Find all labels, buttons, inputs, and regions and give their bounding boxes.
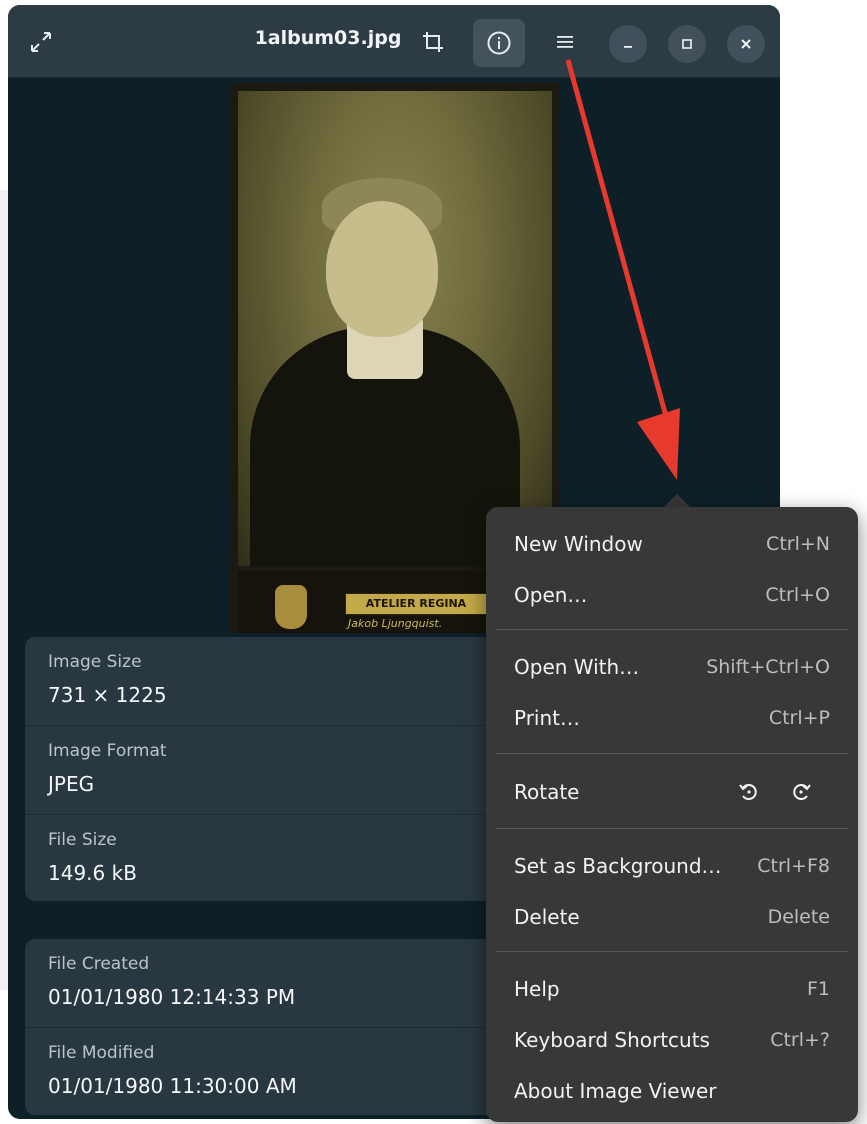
property-value: 731 × 1225 xyxy=(48,683,167,707)
info-icon xyxy=(487,31,511,55)
properties-group-dates: File Created 01/01/1980 12:14:33 PM File… xyxy=(25,939,505,1115)
menu-item-accel: Ctrl+? xyxy=(770,1029,830,1051)
rotate-left-icon xyxy=(739,784,757,800)
hamburger-menu-icon xyxy=(557,36,573,48)
property-label: Image Size xyxy=(48,652,142,672)
close-button[interactable] xyxy=(727,25,765,63)
crest-logo xyxy=(275,585,307,629)
menu-item-help[interactable]: Help F1 xyxy=(486,965,858,1011)
menu-item-label: New Window xyxy=(514,532,643,556)
property-value: 149.6 kB xyxy=(48,861,137,885)
rotate-right-button[interactable] xyxy=(786,777,816,807)
menu-item-rotate: Rotate xyxy=(486,768,858,814)
menu-popover-pointer xyxy=(663,494,691,508)
menu-separator xyxy=(496,951,848,952)
menu-item-delete[interactable]: Delete Delete xyxy=(486,893,858,939)
menu-item-accel: Shift+Ctrl+O xyxy=(706,656,830,678)
menu-item-accel: Delete xyxy=(767,906,830,928)
menu-item-label: Open… xyxy=(514,583,588,607)
menu-item-about[interactable]: About Image Viewer xyxy=(486,1067,858,1113)
property-row: File Modified 01/01/1980 11:30:00 AM xyxy=(25,1028,505,1115)
menu-item-label: Set as Background… xyxy=(514,854,722,878)
menu-separator xyxy=(496,828,848,829)
property-value: 01/01/1980 12:14:33 PM xyxy=(48,985,296,1009)
property-row: File Created 01/01/1980 12:14:33 PM xyxy=(25,939,505,1028)
menu-item-set-as-background[interactable]: Set as Background… Ctrl+F8 xyxy=(486,842,858,888)
photographer-label: Jakob Ljungquist. xyxy=(348,617,443,630)
menu-item-open-with[interactable]: Open With… Shift+Ctrl+O xyxy=(486,643,858,689)
menu-separator xyxy=(496,629,848,630)
property-value: 01/01/1980 11:30:00 AM xyxy=(48,1074,297,1098)
property-label: File Created xyxy=(48,954,150,974)
menu-item-accel: Ctrl+P xyxy=(768,707,830,729)
main-menu-button[interactable] xyxy=(542,20,588,64)
expand-icon xyxy=(31,32,51,52)
maximize-icon xyxy=(682,39,692,49)
minimize-icon xyxy=(624,46,632,48)
properties-group-image: Image Size 731 × 1225 Image Format JPEG … xyxy=(25,637,505,901)
crop-icon xyxy=(423,32,443,52)
menu-separator xyxy=(496,753,848,754)
menu-item-label: Open With… xyxy=(514,655,640,679)
menu-item-label: Help xyxy=(514,977,560,1001)
crop-button[interactable] xyxy=(410,20,456,64)
property-row: Image Size 731 × 1225 xyxy=(25,637,505,726)
minimize-button[interactable] xyxy=(609,25,647,63)
menu-item-keyboard-shortcuts[interactable]: Keyboard Shortcuts Ctrl+? xyxy=(486,1016,858,1062)
menu-item-new-window[interactable]: New Window Ctrl+N xyxy=(486,520,858,566)
property-label: Image Format xyxy=(48,741,167,761)
menu-item-print[interactable]: Print… Ctrl+P xyxy=(486,694,858,740)
menu-item-label: Rotate xyxy=(514,780,580,804)
menu-item-label: Keyboard Shortcuts xyxy=(514,1028,710,1052)
properties-button[interactable] xyxy=(473,19,525,67)
menu-item-accel: F1 xyxy=(806,978,830,1000)
headerbar: 1album03.jpg xyxy=(8,5,780,78)
property-label: File Size xyxy=(48,830,117,850)
atelier-label: ATELIER REGINA xyxy=(345,593,487,615)
maximize-button[interactable] xyxy=(668,25,706,63)
menu-item-label: Print… xyxy=(514,706,581,730)
rotate-left-button[interactable] xyxy=(734,777,764,807)
close-icon xyxy=(741,39,751,49)
fullscreen-button[interactable] xyxy=(18,20,64,64)
rotate-right-icon xyxy=(793,784,811,800)
main-menu-popover: New Window Ctrl+N Open… Ctrl+O Open With… xyxy=(486,507,858,1122)
menu-item-label: About Image Viewer xyxy=(514,1079,717,1103)
menu-item-open[interactable]: Open… Ctrl+O xyxy=(486,571,858,617)
property-value: JPEG xyxy=(48,772,95,796)
property-row: File Size 149.6 kB xyxy=(25,815,505,901)
property-label: File Modified xyxy=(48,1043,155,1063)
menu-item-accel: Ctrl+N xyxy=(766,533,830,555)
menu-item-label: Delete xyxy=(514,905,580,929)
property-row: Image Format JPEG xyxy=(25,726,505,815)
menu-item-accel: Ctrl+F8 xyxy=(757,855,830,877)
menu-item-accel: Ctrl+O xyxy=(765,584,830,606)
portrait-head xyxy=(326,201,438,337)
